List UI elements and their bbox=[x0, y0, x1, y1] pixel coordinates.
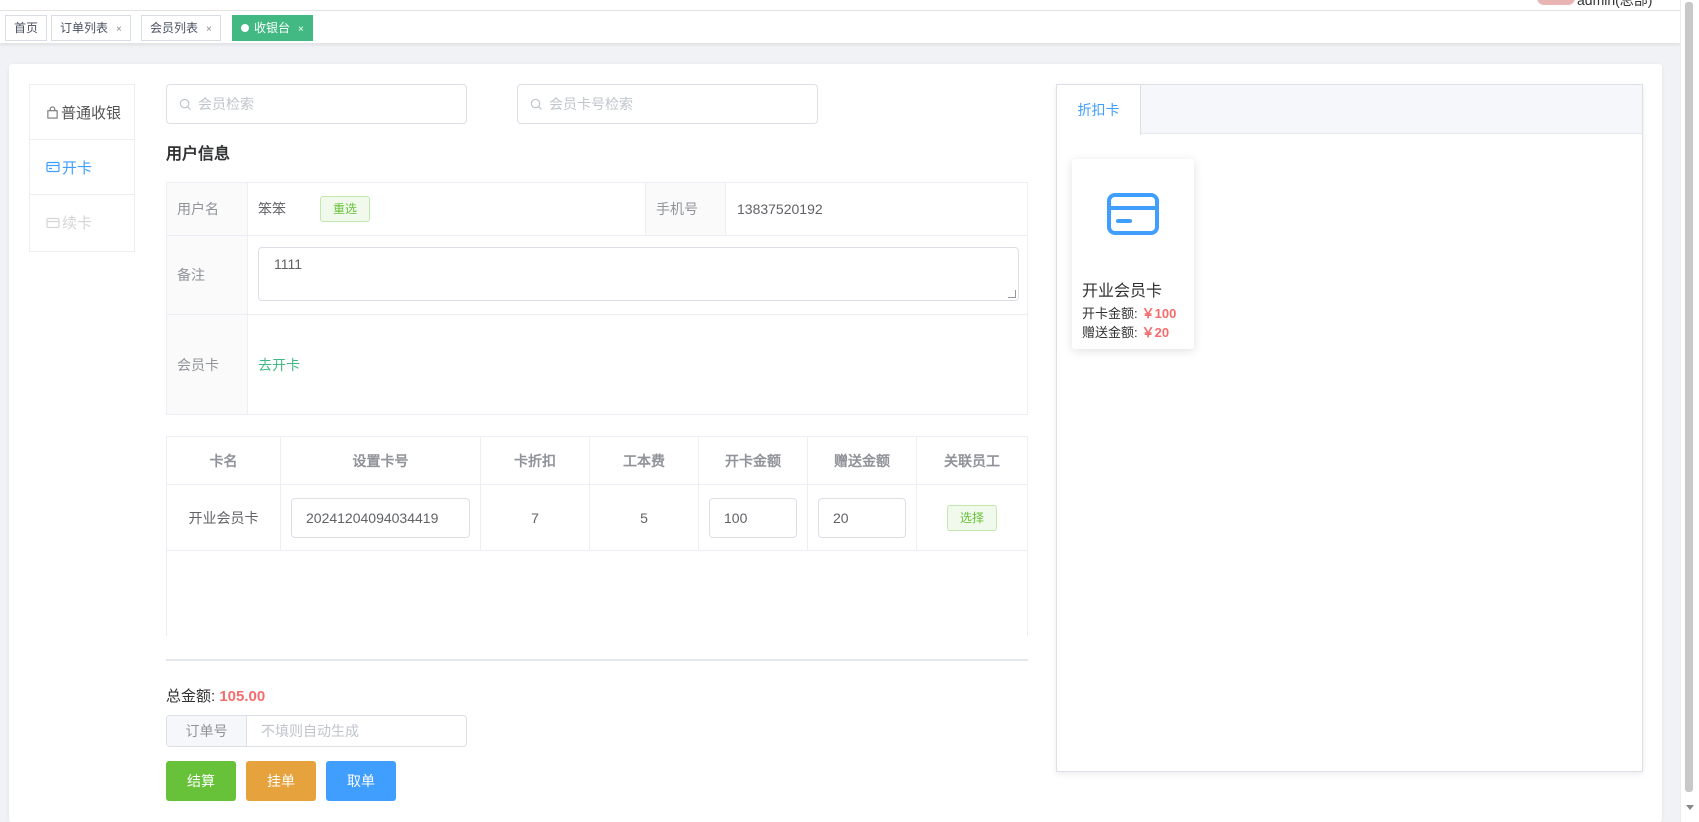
search-icon bbox=[179, 98, 192, 110]
username-label: 用户名 bbox=[167, 183, 248, 235]
card-icon bbox=[46, 217, 60, 228]
tab-order-list[interactable]: 订单列表 × bbox=[51, 15, 131, 41]
card-type-tabs: 折扣卡 bbox=[1057, 85, 1642, 135]
select-staff-button[interactable]: 选择 bbox=[946, 504, 997, 531]
menu-item-label: 普通收银 bbox=[61, 104, 122, 122]
order-number-input[interactable] bbox=[247, 716, 447, 746]
open-amount-cell: 100 bbox=[699, 485, 808, 551]
tab-label: 会员列表 bbox=[150, 21, 199, 35]
card-type-panel: 折扣卡 开业会员卡 开卡金额: ￥100 赠送金额: ￥20 bbox=[1056, 84, 1643, 772]
tab-home[interactable]: 首页 bbox=[5, 15, 48, 41]
card-option-gift-amount: 赠送金额: ￥20 bbox=[1082, 322, 1169, 341]
open-card-link[interactable]: 去开卡 bbox=[258, 355, 300, 375]
menu-item-label: 续卡 bbox=[62, 215, 93, 232]
card-number-input[interactable]: 20241204094034419 bbox=[291, 497, 470, 538]
menu-item-normal-checkout[interactable]: 普通收银 bbox=[30, 85, 134, 140]
remark-label: 备注 bbox=[167, 236, 248, 314]
tags-view-bar: 首页 订单列表 × 会员列表 × 收银台 × bbox=[0, 11, 1680, 44]
cashier-side-menu: 普通收银 开卡 续卡 bbox=[29, 84, 135, 252]
avatar[interactable] bbox=[1537, 0, 1575, 5]
gift-amount-cell: 20 bbox=[808, 485, 917, 551]
card-number-cell: 20241204094034419 bbox=[281, 485, 481, 551]
user-name[interactable]: admin(总部) bbox=[1577, 0, 1652, 8]
retrieve-order-button[interactable]: 取单 bbox=[326, 761, 396, 801]
total-label: 总金额: bbox=[166, 688, 216, 705]
staff-cell: 选择 bbox=[917, 485, 1027, 551]
card-option-open-amount: 开卡金额: ￥100 bbox=[1082, 303, 1176, 322]
close-icon[interactable]: × bbox=[116, 24, 122, 35]
column-header: 关联员工 bbox=[917, 437, 1027, 485]
column-header: 设置卡号 bbox=[281, 437, 481, 485]
hold-order-button[interactable]: 挂单 bbox=[246, 761, 316, 801]
scroll-down-icon[interactable] bbox=[1686, 805, 1694, 810]
phone-label: 手机号 bbox=[645, 183, 726, 235]
user-info-row: 用户名 笨笨 重选 手机号 13837520192 bbox=[167, 183, 1027, 236]
page-scrollbar[interactable] bbox=[1680, 0, 1699, 822]
gift-amount-input[interactable]: 20 bbox=[818, 497, 906, 538]
column-header: 工本费 bbox=[590, 437, 699, 485]
member-search bbox=[166, 84, 467, 124]
tab-label: 首页 bbox=[14, 21, 39, 35]
tab-member-list[interactable]: 会员列表 × bbox=[141, 15, 221, 41]
open-amount-input[interactable]: 100 bbox=[709, 497, 797, 538]
member-card-row: 会员卡 去开卡 bbox=[167, 315, 1027, 414]
remark-row: 备注 1111 bbox=[167, 236, 1027, 315]
member-card-value: 去开卡 bbox=[258, 315, 300, 414]
divider bbox=[166, 659, 1028, 661]
open-amount-value: ￥100 bbox=[1141, 306, 1177, 321]
phone-value: 13837520192 bbox=[737, 201, 823, 217]
card-table: 卡名 设置卡号 卡折扣 工本费 开卡金额 赠送金额 关联员工 开业会员卡 202… bbox=[166, 436, 1028, 636]
total-amount: 总金额: 105.00 bbox=[166, 685, 265, 706]
menu-item-renew-card: 续卡 bbox=[30, 195, 134, 250]
column-header: 卡折扣 bbox=[481, 437, 590, 485]
gift-amount-value: ￥20 bbox=[1141, 325, 1170, 340]
column-header: 卡名 bbox=[167, 437, 281, 485]
card-icon bbox=[46, 161, 60, 173]
tab-discount-card[interactable]: 折扣卡 bbox=[1057, 85, 1141, 135]
card-option-name: 开业会员卡 bbox=[1082, 283, 1163, 300]
scrollbar-thumb[interactable] bbox=[1685, 2, 1693, 792]
menu-item-open-card[interactable]: 开卡 bbox=[30, 140, 134, 195]
close-icon[interactable]: × bbox=[206, 24, 212, 35]
credit-card-icon bbox=[1107, 193, 1159, 235]
card-name-cell: 开业会员卡 bbox=[167, 485, 281, 551]
settle-button[interactable]: 结算 bbox=[166, 761, 236, 801]
member-search-input[interactable] bbox=[198, 96, 438, 112]
close-icon[interactable]: × bbox=[298, 24, 304, 35]
column-header: 赠送金额 bbox=[808, 437, 917, 485]
search-icon bbox=[530, 98, 543, 110]
remark-text: 1111 bbox=[274, 256, 303, 272]
discount-cell: 7 bbox=[481, 485, 590, 551]
top-header: admin(总部) bbox=[0, 0, 1680, 11]
tab-label: 收银台 bbox=[254, 21, 291, 35]
fee-cell: 5 bbox=[590, 485, 699, 551]
user-info-table: 用户名 笨笨 重选 手机号 13837520192 备注 1111 会员卡 去开… bbox=[166, 182, 1028, 415]
reselect-button[interactable]: 重选 bbox=[320, 196, 371, 222]
menu-item-label: 开卡 bbox=[62, 159, 93, 177]
membership-card-option[interactable]: 开业会员卡 开卡金额: ￥100 赠送金额: ￥20 bbox=[1072, 159, 1194, 349]
username-text: 笨笨 bbox=[258, 201, 286, 217]
tab-cashier[interactable]: 收银台 × bbox=[232, 15, 313, 41]
tab-label: 订单列表 bbox=[60, 21, 109, 35]
member-card-label: 会员卡 bbox=[167, 315, 248, 414]
gift-amount-label: 赠送金额: bbox=[1082, 325, 1138, 340]
bag-icon bbox=[47, 105, 58, 119]
remark-textarea[interactable]: 1111 bbox=[258, 247, 1019, 301]
cashier-panel: 普通收银 开卡 续卡 用户信息 用户名 笨笨 重选 手机号 1383752019… bbox=[9, 64, 1662, 822]
open-amount-label: 开卡金额: bbox=[1082, 306, 1138, 321]
card-number-search bbox=[517, 84, 818, 124]
user-info-title: 用户信息 bbox=[166, 146, 231, 163]
active-dot-icon bbox=[241, 24, 249, 32]
card-number-search-input[interactable] bbox=[549, 96, 789, 112]
resize-handle-icon[interactable] bbox=[1008, 290, 1016, 298]
order-number-label: 订单号 bbox=[167, 716, 247, 746]
order-number-field: 订单号 bbox=[166, 715, 467, 747]
column-header: 开卡金额 bbox=[699, 437, 808, 485]
username-value: 笨笨 重选 bbox=[258, 183, 371, 235]
total-value: 105.00 bbox=[219, 688, 266, 705]
